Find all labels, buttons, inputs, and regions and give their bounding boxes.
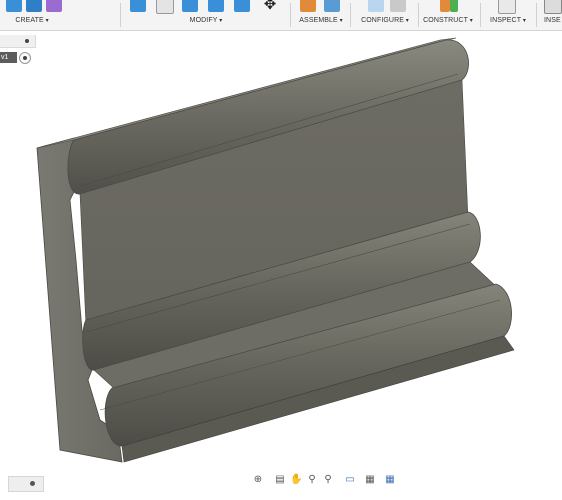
display-settings-icon[interactable]: ▭ <box>344 474 356 486</box>
toolbar-divider <box>536 3 537 27</box>
chamfer-icon[interactable] <box>182 0 198 12</box>
midplane-icon[interactable] <box>450 0 458 12</box>
create-sketch-icon[interactable] <box>6 0 22 12</box>
revolve-icon[interactable] <box>46 0 62 12</box>
pan-icon[interactable]: ✋ <box>290 474 302 486</box>
modify-group[interactable]: ✥ MODIFY <box>126 0 286 30</box>
configure-icon[interactable] <box>368 0 384 12</box>
assemble-menu-label[interactable]: ASSEMBLE <box>294 17 348 24</box>
offset-plane-icon[interactable] <box>440 0 450 12</box>
toolbar-divider <box>350 3 351 27</box>
assemble-group[interactable]: ASSEMBLE <box>294 0 348 30</box>
grid-settings-icon[interactable]: ▦ <box>364 474 376 486</box>
fillet-icon[interactable] <box>156 0 174 14</box>
toolbar-divider <box>418 3 419 27</box>
configure-menu-label[interactable]: CONFIGURE <box>354 17 416 24</box>
create-menu-label[interactable]: CREATE <box>0 17 64 24</box>
new-component-icon[interactable] <box>300 0 316 12</box>
modify-menu-label[interactable]: MODIFY <box>126 17 286 24</box>
shell-icon[interactable] <box>208 0 224 12</box>
configure-group[interactable]: CONFIGURE <box>354 0 416 30</box>
crown-molding-model[interactable] <box>36 37 515 463</box>
orbit-icon[interactable]: ⊕ <box>252 474 264 486</box>
measure-icon[interactable] <box>498 0 516 14</box>
zoom-window-icon[interactable]: ⚲ <box>322 474 334 486</box>
toolbar-divider <box>290 3 291 27</box>
configuration-table-icon[interactable] <box>390 0 406 12</box>
look-at-icon[interactable]: ▤ <box>274 474 286 486</box>
construct-menu-label[interactable]: CONSTRUCT <box>422 17 474 24</box>
navigation-bar: ⊕ ▤ ✋ ⚲ ⚲ ▭ ▦ ▦ <box>252 472 402 490</box>
move-icon[interactable]: ✥ <box>262 0 278 13</box>
insert-group[interactable]: INSE <box>540 0 562 30</box>
construct-group[interactable]: CONSTRUCT <box>422 0 474 30</box>
toolbar-divider <box>120 3 121 27</box>
corner-dot-icon[interactable] <box>30 481 35 486</box>
toolbar: CREATE ✥ MODIFY ASSEMBLE CONFIGURE <box>0 0 562 31</box>
toolbar-divider <box>480 3 481 27</box>
zoom-icon[interactable]: ⚲ <box>306 474 318 486</box>
split-face-icon[interactable] <box>234 0 250 12</box>
viewports-icon[interactable]: ▦ <box>384 474 396 486</box>
extrude-icon[interactable] <box>26 0 42 12</box>
insert-menu-label[interactable]: INSE <box>544 17 562 24</box>
joint-icon[interactable] <box>324 0 340 12</box>
press-pull-icon[interactable] <box>130 0 146 12</box>
create-group[interactable]: CREATE <box>0 0 64 30</box>
inspect-group[interactable]: INSPECT <box>484 0 532 30</box>
model-viewport[interactable] <box>0 30 562 470</box>
viewport-corner-control[interactable] <box>8 476 44 492</box>
inspect-menu-label[interactable]: INSPECT <box>484 17 532 24</box>
insert-link-icon[interactable] <box>544 0 562 14</box>
